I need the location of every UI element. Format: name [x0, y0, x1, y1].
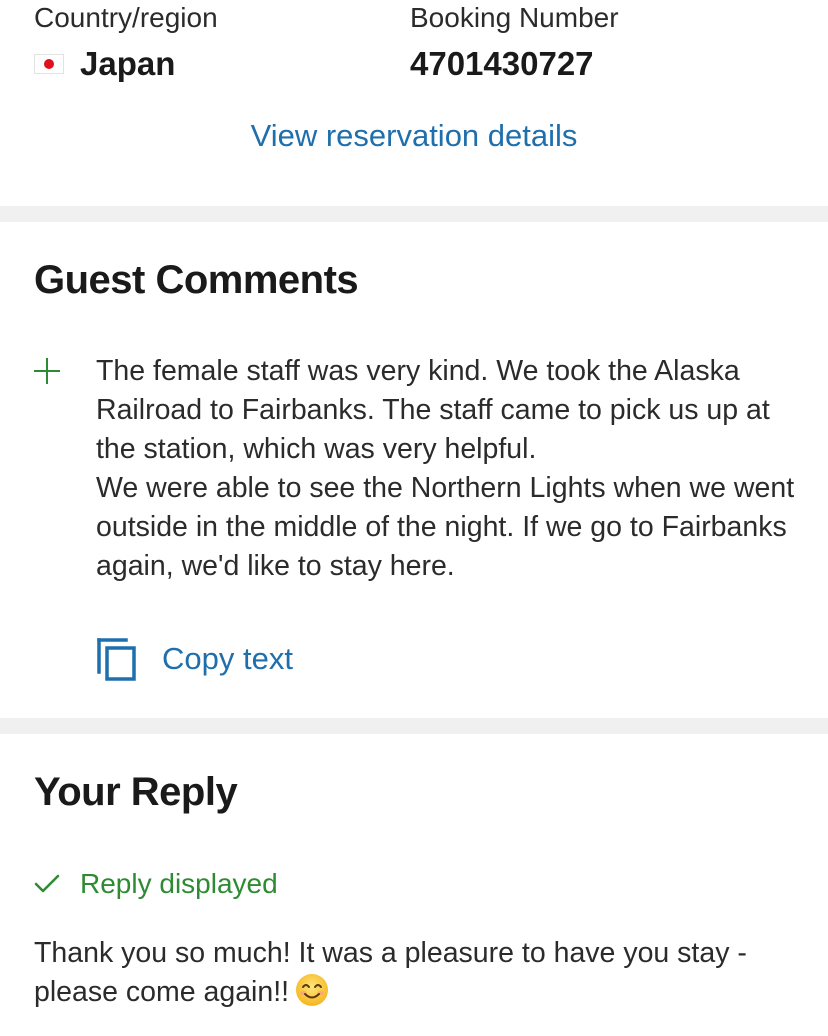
copy-text-label: Copy text — [162, 641, 293, 676]
your-reply-title: Your Reply — [34, 770, 238, 814]
booking-number-block: Booking Number 4701430727 — [410, 0, 619, 84]
country-block: Country/region Japan — [34, 0, 218, 84]
booking-review-page: Country/region Japan Booking Number 4701… — [0, 0, 828, 1036]
reply-text-block: Thank you so much! It was a pleasure to … — [34, 934, 804, 1012]
section-divider — [0, 206, 828, 222]
check-icon — [34, 874, 60, 893]
guest-comments-title: Guest Comments — [34, 258, 359, 302]
plus-icon — [34, 358, 60, 384]
booking-number-label: Booking Number — [410, 2, 619, 33]
booking-number-value: 4701430727 — [410, 45, 594, 82]
copy-text-button[interactable]: Copy text — [96, 636, 293, 682]
smiling-face-emoji-icon — [296, 974, 329, 1006]
reply-text: Thank you so much! It was a pleasure to … — [34, 937, 747, 1008]
reply-status-label: Reply displayed — [80, 868, 278, 899]
section-divider — [0, 718, 828, 734]
country-value: Japan — [80, 45, 176, 82]
copy-icon — [97, 638, 136, 681]
country-value-row: Japan — [34, 44, 218, 84]
japan-flag-icon — [34, 54, 64, 74]
view-reservation-details-link[interactable]: View reservation details — [0, 116, 828, 156]
booking-info-section: Country/region Japan Booking Number 4701… — [0, 0, 828, 206]
guest-comment-text: The female staff was very kind. We took … — [96, 355, 795, 582]
reply-status: Reply displayed — [34, 866, 278, 902]
country-label: Country/region — [34, 2, 218, 33]
